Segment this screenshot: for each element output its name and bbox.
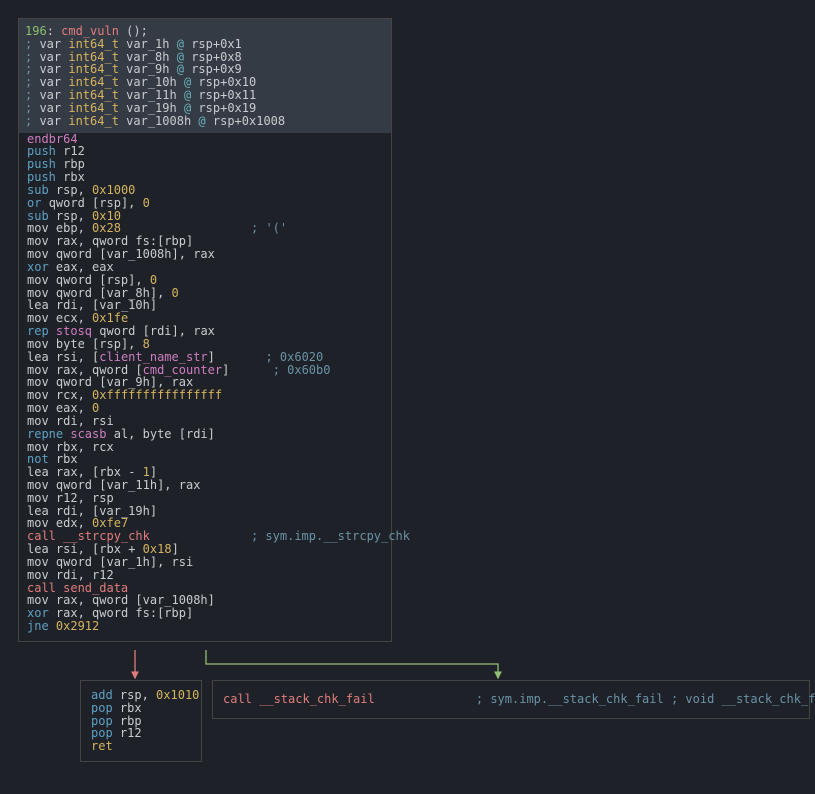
token-num: 0x1010 — [156, 688, 199, 702]
token-punct: , — [142, 688, 156, 702]
token-num: 0xffffffffffffffff — [92, 388, 222, 402]
asm-line[interactable]: ret — [91, 740, 191, 753]
token-reg: qword fs — [92, 606, 150, 620]
token-reg: var_11h — [106, 478, 157, 492]
token-punct: ] — [186, 606, 193, 620]
token-reg: rbp — [164, 606, 186, 620]
asm-line[interactable]: ; var int64_t var_1008h @ rsp+0x1008 — [25, 115, 385, 128]
token-reg: rax — [179, 478, 201, 492]
token-reg: r12 — [120, 726, 142, 740]
token-punct: ] — [222, 363, 273, 377]
token-num: 0x2912 — [56, 619, 99, 633]
token-punct: ], — [172, 247, 194, 261]
token-punct: ], — [172, 324, 194, 338]
token-cmt: ; 0x60b0 — [273, 363, 331, 377]
block-body: endbr64push r12push rbppush rbxsub rsp, … — [27, 133, 383, 633]
token-punct — [375, 692, 476, 706]
token-punct: , — [78, 440, 92, 454]
token-cmt: ; — [25, 114, 39, 128]
token-atkw: @ — [191, 114, 213, 128]
asm-line[interactable]: mov rbx, rcx — [27, 441, 383, 454]
token-punct: ] — [150, 298, 157, 312]
token-var-name: rsp+0x1008 — [213, 114, 285, 128]
token-punct: [ — [172, 427, 186, 441]
token-punct: ] — [150, 504, 157, 518]
token-mnemonic: var — [39, 114, 68, 128]
token-reg: rax — [193, 324, 215, 338]
token-num: 0 — [143, 196, 150, 210]
token-punct: ], — [157, 478, 179, 492]
asm-line[interactable]: call __stack_chk_fail ; sym.imp.__stack_… — [223, 693, 799, 706]
token-reg: var_1008h — [106, 247, 171, 261]
block-body: call __stack_chk_fail ; sym.imp.__stack_… — [223, 693, 799, 706]
token-punct: :[ — [150, 606, 164, 620]
token-mn-yellow: ret — [91, 739, 113, 753]
token-reg: rcx — [92, 440, 114, 454]
token-punct: ], — [150, 555, 172, 569]
token-reg: rdi — [186, 427, 208, 441]
token-reg: rax — [193, 247, 215, 261]
token-reg: al — [114, 427, 128, 441]
basic-block-exit[interactable]: add rsp, 0x1010pop rbxpop rbppop r12ret — [80, 680, 202, 762]
asm-line[interactable]: jne 0x2912 — [27, 620, 383, 633]
block-header: 196: cmd_vuln ();; var int64_t var_1h @ … — [19, 19, 391, 133]
token-sym-red: __stack_chk_fail — [259, 692, 375, 706]
token-cmt: ; '(' — [251, 221, 287, 235]
token-punct: , — [128, 427, 142, 441]
token-num: 0 — [172, 286, 179, 300]
token-var-type: int64_t — [68, 114, 126, 128]
token-punct: ] — [208, 427, 215, 441]
block-body: add rsp, 0x1010pop rbxpop rbppop r12ret — [91, 689, 191, 753]
token-mn-flow: jne — [27, 619, 56, 633]
basic-block-stackfail[interactable]: call __stack_chk_fail ; sym.imp.__stack_… — [212, 680, 810, 719]
token-var-name: var_1008h — [126, 114, 191, 128]
token-reg: byte — [143, 427, 172, 441]
token-cmt: ; sym.imp.__strcpy_chk — [251, 529, 410, 543]
basic-block-main[interactable]: 196: cmd_vuln ();; var int64_t var_1h @ … — [18, 18, 392, 642]
token-reg: rdi — [150, 324, 172, 338]
token-punct: ], — [121, 196, 143, 210]
token-cmt: ; sym.imp.__stack_chk_fail ; void __stac… — [476, 692, 815, 706]
token-punct: ] — [208, 593, 215, 607]
token-reg: rsi — [172, 555, 194, 569]
token-mn-call: call — [223, 692, 259, 706]
